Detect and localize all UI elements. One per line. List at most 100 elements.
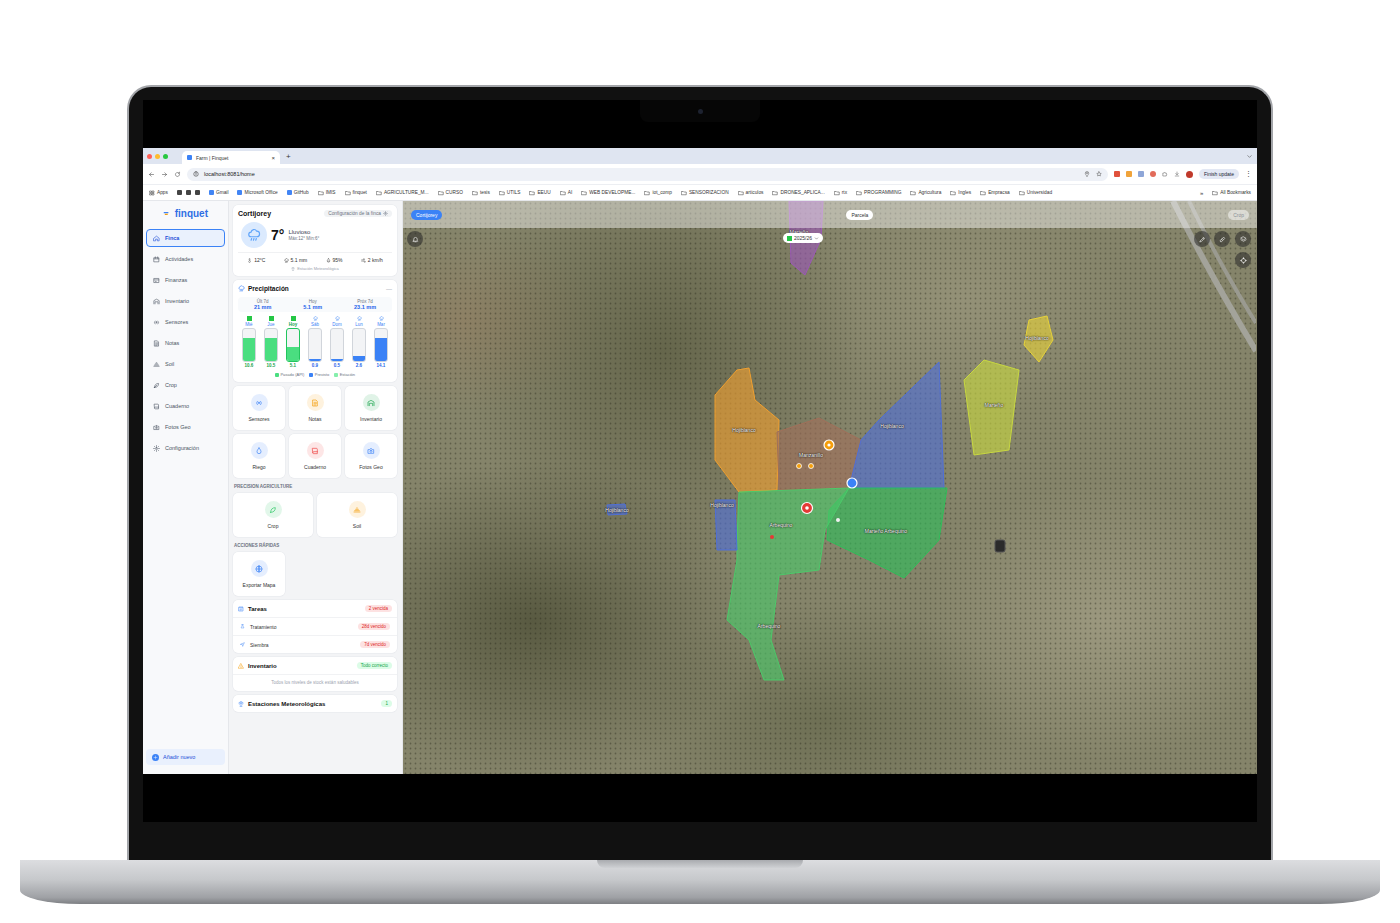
bookmark-favicon-icon[interactable]	[195, 190, 200, 195]
browser-tab[interactable]: Farm | Finquet ×	[182, 151, 280, 164]
locate-button[interactable]	[1235, 252, 1251, 268]
bookmark-favicon-icon[interactable]	[177, 190, 182, 195]
layer-button[interactable]: Crop	[1228, 210, 1249, 220]
notifications-button[interactable]	[407, 231, 423, 247]
parcel[interactable]	[849, 362, 944, 488]
bookmark[interactable]: Empracsa	[980, 190, 1010, 196]
action-tile[interactable]: Exportar Mapa	[233, 552, 285, 596]
point-marker[interactable]	[797, 464, 802, 469]
tab-close-button[interactable]: ×	[271, 155, 275, 161]
finish-update-button[interactable]: Finish update	[1199, 169, 1239, 179]
point-marker[interactable]	[770, 535, 774, 539]
all-bookmarks[interactable]: All Bookmarks	[1212, 190, 1251, 196]
season-selector[interactable]: 2025/26	[783, 233, 823, 243]
browser-menu-button[interactable]: ⋮	[1245, 170, 1252, 178]
module-tile[interactable]: Cuaderno	[289, 434, 341, 478]
extension-icon[interactable]	[1114, 171, 1120, 177]
module-tile[interactable]: Notas	[289, 386, 341, 430]
bookmark[interactable]: CURSO	[438, 190, 463, 196]
more-bookmarks-button[interactable]: »	[1200, 190, 1203, 196]
zoom-window-button[interactable]	[163, 154, 168, 159]
reload-button[interactable]	[174, 171, 181, 178]
bookmark[interactable]: AI	[560, 190, 573, 196]
sidebar-item[interactable]: Soil	[146, 355, 225, 373]
finquet-logo[interactable]: finquet	[146, 206, 225, 226]
bookmark-favicon-icon[interactable]	[186, 190, 191, 195]
bookmark[interactable]: AGRICULTURE_M...	[376, 190, 429, 196]
bookmark[interactable]: articulos	[738, 190, 764, 196]
parcel[interactable]	[1024, 316, 1053, 362]
sidebar-item[interactable]: Crop	[146, 376, 225, 394]
parcel[interactable]	[964, 360, 1019, 455]
address-bar[interactable]: localhost:8081/home	[187, 168, 1108, 181]
bookmark[interactable]: Agricultura	[910, 190, 941, 196]
new-tab-button[interactable]: +	[286, 152, 291, 161]
profile-avatar-icon[interactable]	[1186, 171, 1193, 178]
bookmark[interactable]: tesis	[472, 190, 490, 196]
sidebar-item[interactable]: Finanzas	[146, 271, 225, 289]
add-new-button[interactable]: Añadir nuevo	[146, 749, 225, 765]
forward-button[interactable]	[161, 171, 168, 178]
sidebar-item-label: Finca	[165, 235, 179, 241]
bookmark[interactable]: finquet	[345, 190, 367, 196]
task-row[interactable]: Tratamiento 28d vencido	[233, 617, 397, 635]
draw-button[interactable]	[1194, 231, 1210, 247]
sidebar-item[interactable]: Configuración	[146, 439, 225, 457]
bookmark[interactable]: GitHub	[287, 190, 309, 195]
weather-station-marker[interactable]	[824, 440, 834, 450]
sidebar-item[interactable]: Actividades	[146, 250, 225, 268]
bookmark[interactable]: SENSORIZACION	[681, 190, 729, 196]
extensions-button[interactable]	[1162, 171, 1168, 177]
back-button[interactable]	[148, 171, 155, 178]
module-tile[interactable]: Fotos Geo	[345, 434, 397, 478]
layers-button[interactable]	[1235, 231, 1251, 247]
bookmark[interactable]: PROGRAMMING	[856, 190, 901, 196]
extension-icon[interactable]	[1150, 171, 1156, 177]
bookmark[interactable]: WEB DEVELOPME...	[581, 190, 635, 196]
sensor-marker[interactable]	[847, 478, 857, 488]
point-marker[interactable]	[836, 518, 840, 522]
extension-icon[interactable]	[1126, 171, 1132, 177]
module-tile[interactable]: Riego	[233, 434, 285, 478]
sidebar-item[interactable]: Fotos Geo	[146, 418, 225, 436]
bookmark[interactable]: DRONES_APLICA...	[772, 190, 824, 196]
sidebar-item[interactable]: Sensores	[146, 313, 225, 331]
parcel[interactable]	[715, 368, 779, 492]
satellite-map[interactable]: MarteñoHojiblancoManzanilloHojiblancoMar…	[403, 201, 1257, 774]
farm-settings-button[interactable]: Configuración de la finca	[324, 210, 392, 217]
bookmark[interactable]: Gmail	[209, 190, 229, 195]
downloads-button[interactable]	[1174, 171, 1180, 177]
parcel-mode-button[interactable]: Parcela	[846, 210, 873, 220]
photo-marker[interactable]	[802, 503, 813, 514]
bookmark[interactable]: Apps	[149, 190, 168, 196]
device-marker[interactable]	[995, 540, 1005, 552]
extension-icon[interactable]	[1138, 171, 1144, 177]
parcel[interactable]	[827, 488, 947, 578]
bookmark[interactable]: rtx	[834, 190, 847, 196]
precision-tile[interactable]: Soil	[317, 493, 397, 537]
bookmark[interactable]: Universidad	[1019, 190, 1052, 196]
precision-tile[interactable]: Crop	[233, 493, 313, 537]
close-window-button[interactable]	[147, 154, 152, 159]
measure-button[interactable]	[1214, 231, 1230, 247]
bookmark[interactable]: EEUU	[529, 190, 550, 196]
task-row[interactable]: Siembra 7d vencido	[233, 635, 397, 653]
bookmark[interactable]: UTILS	[499, 190, 521, 196]
bookmark[interactable]: Microsoft Office	[237, 190, 277, 195]
bookmark[interactable]: Ingles	[950, 190, 971, 196]
sidebar-item[interactable]: Cuaderno	[146, 397, 225, 415]
sidebar-item[interactable]: Notas	[146, 334, 225, 352]
module-tile[interactable]: Inventario	[345, 386, 397, 430]
tab-search-button[interactable]	[1246, 153, 1253, 160]
parcel[interactable]	[777, 418, 861, 490]
module-tile[interactable]: Sensores	[233, 386, 285, 430]
minimize-window-button[interactable]	[155, 154, 160, 159]
bookmark[interactable]: IMIS	[318, 190, 336, 196]
point-marker[interactable]	[809, 464, 814, 469]
sidebar-item[interactable]: Inventario	[146, 292, 225, 310]
bookmark[interactable]: iot_comp	[644, 190, 671, 196]
sidebar-item[interactable]: Finca	[146, 229, 225, 247]
collapse-button[interactable]: —	[386, 286, 392, 292]
farm-selector[interactable]: Cortijorey	[411, 210, 442, 220]
parcel[interactable]	[727, 488, 849, 680]
